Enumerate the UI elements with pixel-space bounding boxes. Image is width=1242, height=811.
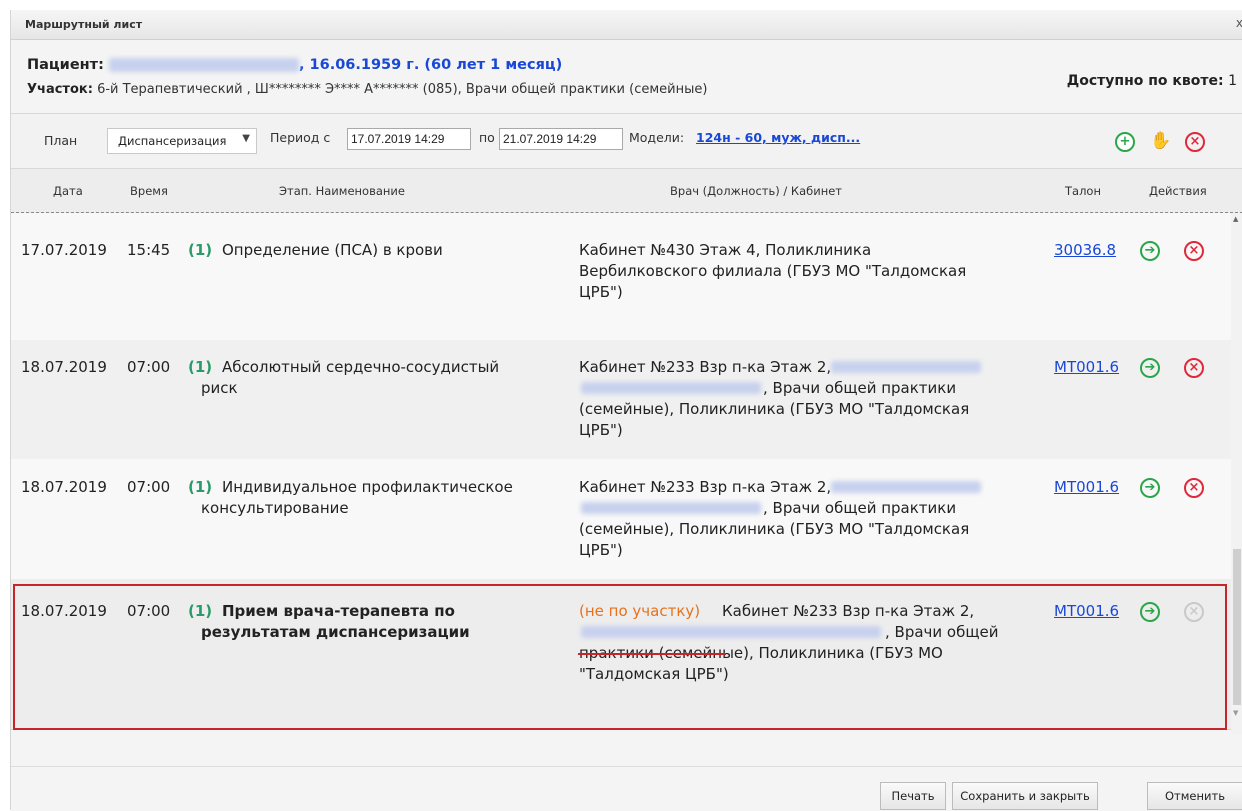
col-date[interactable]: Дата	[53, 184, 83, 198]
row-doctor-line: (семейные), Поликлиника (ГБУЗ МО "Талдом…	[579, 520, 970, 538]
col-talon[interactable]: Талон	[1065, 184, 1101, 198]
row-stage-num: (1)	[188, 602, 213, 620]
patient-birth: , 16.06.1959 г. (60 лет 1 месяц)	[298, 57, 563, 73]
row-date: 18.07.2019	[21, 358, 107, 376]
table-scrollbar[interactable]: ▲ ▼	[1231, 213, 1242, 735]
row-doctor-line: Кабинет №233 Взр п-ка Этаж 2,	[579, 478, 832, 496]
col-stage[interactable]: Этап. Наименование	[279, 184, 405, 198]
doctor-name-redacted	[831, 361, 981, 373]
go-arrow-icon[interactable]: ➔	[1140, 241, 1160, 261]
go-arrow-icon[interactable]: ➔	[1140, 478, 1160, 498]
plan-toolbar: План Диспансеризация ▼ Период с 17.07.20…	[11, 113, 1242, 169]
cancel-button[interactable]: Отменить	[1147, 782, 1242, 810]
table-row[interactable]: 18.07.2019 07:00 (1) Абсолютный сердечно…	[11, 340, 1231, 460]
row-talon-link[interactable]: МТ001.6	[1054, 601, 1119, 622]
period-to-label: по	[479, 130, 495, 145]
row-name: Прием врача-терапевта по	[222, 602, 455, 620]
row-name: результатам диспансеризации	[201, 623, 470, 641]
quota: Доступно по квоте: 1	[1067, 73, 1237, 89]
table-body: 17.07.2019 15:45 (1) Определение (ПСА) в…	[11, 213, 1231, 735]
scroll-down-icon[interactable]: ▼	[1233, 709, 1238, 717]
patient-name-redacted	[108, 58, 299, 72]
delete-circle-icon[interactable]: ×	[1184, 241, 1204, 261]
col-actions: Действия	[1149, 184, 1207, 198]
row-talon-link[interactable]: МТ001.6	[1054, 357, 1119, 378]
plan-select[interactable]: Диспансеризация ▼	[107, 128, 257, 154]
delete-circle-icon-disabled: ×	[1184, 602, 1204, 622]
quota-value: 1	[1228, 73, 1237, 89]
quota-label: Доступно по квоте:	[1066, 73, 1224, 89]
chevron-down-icon: ▼	[242, 133, 250, 144]
doctor-name-redacted	[581, 502, 761, 514]
go-arrow-icon[interactable]: ➔	[1140, 358, 1160, 378]
add-circle-icon[interactable]: +	[1115, 132, 1135, 152]
row-doctor-line: Кабинет №233 Взр п-ка Этаж 2,	[579, 358, 832, 376]
save-and-close-button[interactable]: Сохранить и закрыть	[952, 782, 1098, 810]
row-time: 15:45	[127, 241, 171, 259]
col-doctor[interactable]: Врач (Должность) / Кабинет	[670, 184, 842, 198]
row-doctor-line: ЦРБ")	[579, 421, 623, 439]
clear-circle-icon[interactable]: ×	[1185, 132, 1205, 152]
row-stage-num: (1)	[188, 478, 213, 496]
table-row[interactable]: 17.07.2019 15:45 (1) Определение (ПСА) в…	[11, 213, 1231, 341]
row-doctor-line: "Талдомская ЦРБ")	[579, 665, 729, 683]
row-doctor-line: , Врачи общей практики	[763, 379, 957, 397]
row-doctor-line: Вербилковского филиала (ГБУЗ МО "Талдомс…	[579, 262, 967, 280]
row-time: 07:00	[127, 602, 171, 620]
row-date: 18.07.2019	[21, 602, 107, 620]
models-link[interactable]: 124н - 60, муж, дисп...	[696, 130, 860, 145]
row-doctor-line: Кабинет №233 Взр п-ка Этаж 2,	[722, 602, 975, 620]
row-doctor-line: ЦРБ")	[579, 541, 623, 559]
row-time: 07:00	[127, 478, 171, 496]
period-from-label: Период с	[270, 130, 331, 145]
doctor-name-redacted	[831, 481, 981, 493]
row-time: 07:00	[127, 358, 171, 376]
dialog-titlebar: Маршрутный лист x	[11, 10, 1242, 40]
row-doctor-line: (семейные), Поликлиника (ГБУЗ МО "Талдом…	[579, 400, 970, 418]
scroll-up-icon[interactable]: ▲	[1233, 215, 1238, 223]
print-button[interactable]: Печать	[880, 782, 946, 810]
row-talon-link[interactable]: МТ001.6	[1054, 477, 1119, 498]
col-time[interactable]: Время	[130, 184, 168, 198]
delete-circle-icon[interactable]: ×	[1184, 478, 1204, 498]
row-doctor-line: , Врачи общей	[885, 623, 999, 641]
period-from-input[interactable]: 17.07.2019 14:29	[347, 128, 471, 150]
models-label: Модели:	[629, 130, 685, 145]
dialog-title: Маршрутный лист	[25, 18, 143, 31]
scrollbar-thumb[interactable]	[1233, 549, 1241, 705]
row-date: 18.07.2019	[21, 478, 107, 496]
plan-select-value: Диспансеризация	[118, 134, 227, 148]
row-name: Определение (ПСА) в крови	[222, 241, 443, 259]
table-row[interactable]: 18.07.2019 07:00 (1) Индивидуальное проф…	[11, 459, 1231, 580]
doctor-name-redacted	[581, 626, 881, 638]
not-in-district-warning: (не по участку)	[579, 602, 701, 620]
row-name: риск	[201, 379, 238, 397]
row-name: Индивидуальное профилактическое	[222, 478, 513, 496]
table-header: Дата Время Этап. Наименование Врач (Долж…	[11, 169, 1242, 213]
row-date: 17.07.2019	[21, 241, 107, 259]
plan-label: План	[44, 133, 78, 148]
patient-line: Пациент: , 16.06.1959 г. (60 лет 1 месяц…	[27, 57, 562, 73]
row-talon-link[interactable]: 30036.8	[1054, 240, 1116, 261]
district-value: 6-й Терапевтический , Ш******** Э**** А*…	[97, 82, 708, 97]
hand-icon[interactable]: ✋	[1150, 130, 1171, 152]
row-name: консультирование	[201, 499, 349, 517]
go-arrow-icon[interactable]: ➔	[1140, 602, 1160, 622]
doctor-name-redacted	[581, 382, 761, 394]
district-line: Участок: 6-й Терапевтический , Ш********…	[27, 82, 707, 97]
row-doctor-line: Кабинет №430 Этаж 4, Поликлиника	[579, 241, 872, 259]
row-name: Абсолютный сердечно-сосудистый	[222, 358, 500, 376]
close-icon[interactable]: x	[1236, 16, 1242, 30]
row-doctor-line: ЦРБ")	[579, 283, 623, 301]
row-stage-num: (1)	[188, 241, 213, 259]
delete-circle-icon[interactable]: ×	[1184, 358, 1204, 378]
warning-underline	[578, 653, 726, 655]
route-sheet-dialog: Маршрутный лист x Пациент: , 16.06.1959 …	[10, 10, 1242, 811]
row-stage-num: (1)	[188, 358, 213, 376]
patient-label: Пациент:	[27, 57, 104, 73]
district-label: Участок:	[27, 82, 93, 97]
period-to-input[interactable]: 21.07.2019 14:29	[499, 128, 623, 150]
row-doctor-line: , Врачи общей практики	[763, 499, 957, 517]
